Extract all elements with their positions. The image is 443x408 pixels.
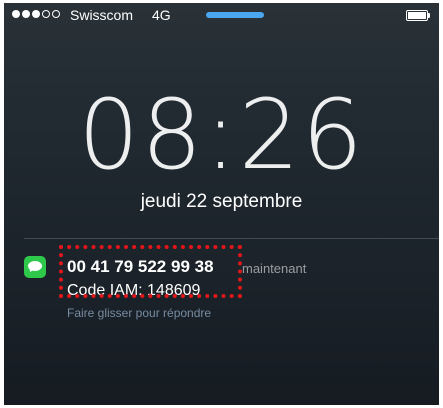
divider: [24, 238, 439, 239]
highlight-annotation: [59, 245, 242, 298]
slide-to-reply-hint: Faire glisser pour répondre: [67, 306, 212, 320]
lock-screen: Swisscom 4G 08:26 jeudi 22 septembre 00 …: [4, 3, 439, 405]
signal-dot: [22, 10, 30, 18]
battery-tip: [428, 13, 430, 18]
notification-time: maintenant: [242, 261, 307, 276]
messages-icon: [24, 256, 46, 278]
signal-dot: [32, 10, 40, 18]
signal-dot: [12, 10, 20, 18]
carrier-name: Swisscom: [70, 7, 134, 23]
lock-screen-clock: 08:26: [78, 79, 365, 191]
lock-screen-date: jeudi 22 septembre: [140, 191, 303, 212]
signal-dot-empty: [52, 10, 60, 18]
activity-bar: [206, 12, 264, 18]
battery-level: [408, 12, 426, 19]
battery-icon: [406, 10, 428, 21]
network-type: 4G: [152, 7, 171, 23]
signal-strength-icon: [12, 10, 60, 18]
signal-dot-empty: [42, 10, 50, 18]
status-bar: Swisscom 4G: [4, 3, 439, 29]
